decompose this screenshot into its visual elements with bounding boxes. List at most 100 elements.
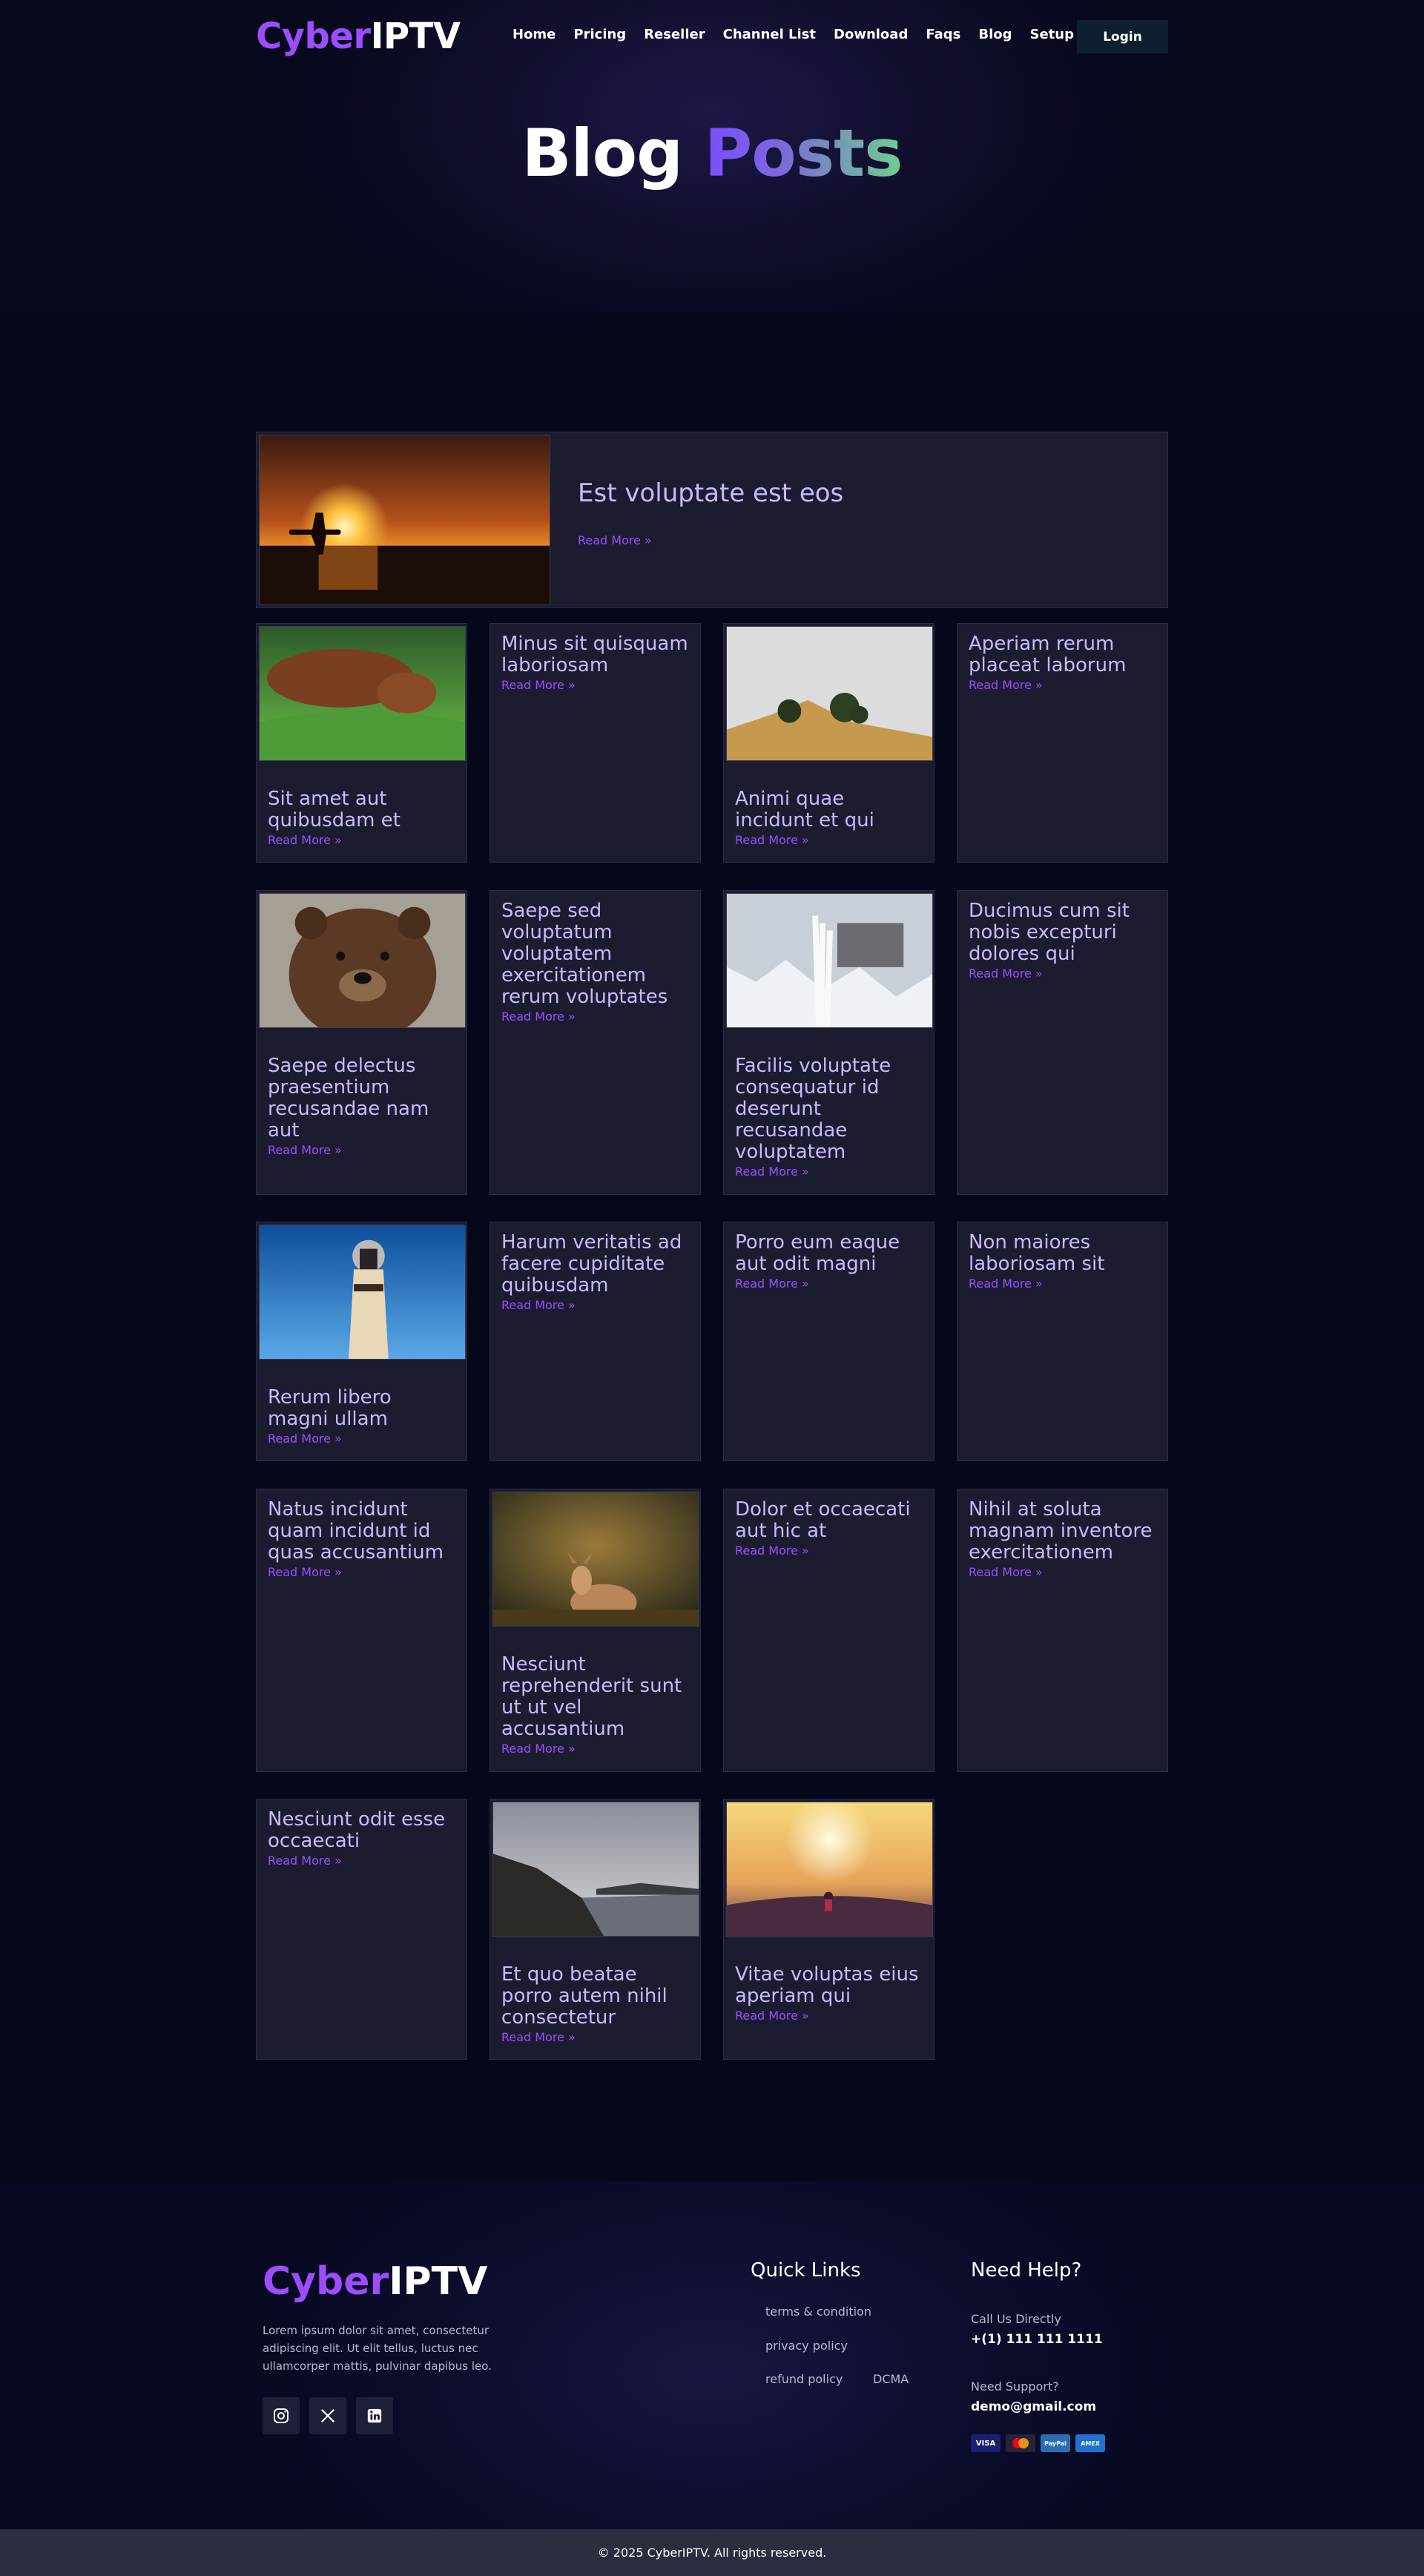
nav-item-reseller[interactable]: Reseller (644, 27, 705, 42)
post-card[interactable]: Nesciunt reprehenderit sunt ut ut vel ac… (490, 1489, 701, 1772)
footer-logo[interactable]: CyberIPTV (263, 2259, 488, 2304)
read-more-link[interactable]: Read More » (501, 1742, 576, 1756)
post-card[interactable]: Rerum libero magni ullam Read More » (256, 1222, 467, 1461)
post-title[interactable]: Harum veritatis ad facere cupiditate qui… (501, 1232, 691, 1297)
read-more-link[interactable]: Read More » (735, 2009, 809, 2023)
post-title[interactable]: Saepe delectus praesentium recusandae na… (268, 1055, 458, 1142)
read-more-link[interactable]: Read More » (735, 1277, 809, 1291)
nav-menu: Home Pricing Reseller Channel List Downl… (512, 27, 1092, 42)
login-button[interactable]: Login (1077, 20, 1168, 53)
read-more-link[interactable]: Read More » (969, 678, 1043, 692)
x-twitter-button[interactable] (309, 2397, 346, 2434)
featured-read-more-link[interactable]: Read More » (578, 533, 652, 547)
post-image[interactable] (259, 1225, 466, 1360)
post-card[interactable]: Facilis voluptate consequatur id deserun… (723, 890, 934, 1195)
dcma-link[interactable]: DCMA (873, 2372, 909, 2386)
post-card[interactable]: Ducimus cum sit nobis excepturi dolores … (957, 890, 1168, 1195)
nav-item-channel-list[interactable]: Channel List (723, 27, 816, 42)
post-image[interactable] (492, 1802, 699, 1937)
post-title[interactable]: Vitae voluptas eius aperiam qui (735, 1964, 925, 2007)
featured-post-title[interactable]: Est voluptate est eos (578, 478, 1158, 508)
phone-number[interactable]: +(1) 111 111 1111 (971, 2332, 1103, 2347)
brand-logo[interactable]: CyberIPTV (256, 16, 461, 57)
read-more-link[interactable]: Read More » (268, 833, 342, 847)
read-more-link[interactable]: Read More » (501, 2030, 576, 2044)
post-title[interactable]: Ducimus cum sit nobis excepturi dolores … (969, 900, 1158, 965)
nav-item-download[interactable]: Download (834, 27, 908, 42)
nav-item-setup[interactable]: Setup (1029, 27, 1073, 42)
post-card[interactable]: Aperiam rerum placeat laborum Read More … (957, 623, 1168, 863)
post-card[interactable]: Natus incidunt quam incidunt id quas acc… (256, 1489, 467, 1772)
brand-logo-part2: IPTV (370, 16, 461, 57)
nav-item-pricing[interactable]: Pricing (573, 27, 626, 42)
post-image[interactable] (726, 626, 933, 761)
page-title-gradient: Posts (704, 115, 903, 191)
linkedin-button[interactable] (356, 2397, 393, 2434)
read-more-link[interactable]: Read More » (268, 1565, 342, 1579)
post-title[interactable]: Nihil at soluta magnam inventore exercit… (969, 1499, 1158, 1564)
read-more-link[interactable]: Read More » (735, 1544, 809, 1558)
post-title[interactable]: Nesciunt reprehenderit sunt ut ut vel ac… (501, 1654, 691, 1740)
post-card[interactable]: Harum veritatis ad facere cupiditate qui… (490, 1222, 701, 1461)
post-card[interactable]: Vitae voluptas eius aperiam qui Read Mor… (723, 1799, 934, 2060)
post-title[interactable]: Rerum libero magni ullam (268, 1387, 458, 1430)
post-card[interactable]: Non maiores laboriosam sit Read More » (957, 1222, 1168, 1461)
terms-link[interactable]: terms & condition (765, 2305, 871, 2319)
read-more-link[interactable]: Read More » (735, 1165, 809, 1179)
post-title[interactable]: Nesciunt odit esse occaecati (268, 1809, 458, 1852)
amex-icon: AMEX (1075, 2434, 1105, 2452)
privacy-link[interactable]: privacy policy (765, 2339, 848, 2353)
footer-description: Lorem ipsum dolor sit amet, consectetur … (263, 2324, 492, 2373)
call-label: Call Us Directly (971, 2312, 1061, 2326)
read-more-link[interactable]: Read More » (969, 1565, 1043, 1579)
nav-item-blog[interactable]: Blog (978, 27, 1012, 42)
read-more-link[interactable]: Read More » (268, 1432, 342, 1446)
post-title[interactable]: Natus incidunt quam incidunt id quas acc… (268, 1499, 458, 1564)
read-more-link[interactable]: Read More » (501, 1298, 576, 1312)
featured-post-image[interactable] (259, 435, 550, 605)
read-more-link[interactable]: Read More » (969, 1277, 1043, 1291)
post-image[interactable] (259, 893, 466, 1028)
brand-logo-part1: Cyber (256, 16, 371, 57)
read-more-link[interactable]: Read More » (735, 833, 809, 847)
post-card[interactable]: Nesciunt odit esse occaecati Read More » (256, 1799, 467, 2060)
footer-logo-part1: Cyber (263, 2259, 389, 2304)
instagram-button[interactable] (263, 2397, 300, 2434)
post-title[interactable]: Et quo beatae porro autem nihil consecte… (501, 1964, 691, 2029)
refund-link[interactable]: refund policy (765, 2372, 843, 2386)
post-title[interactable]: Aperiam rerum placeat laborum (969, 633, 1158, 676)
post-card[interactable]: Animi quae incidunt et qui Read More » (723, 623, 934, 863)
read-more-link[interactable]: Read More » (268, 1143, 342, 1157)
post-title[interactable]: Animi quae incidunt et qui (735, 788, 925, 831)
read-more-link[interactable]: Read More » (501, 1009, 576, 1024)
post-title[interactable]: Dolor et occaecati aut hic at (735, 1499, 925, 1542)
quick-links-heading: Quick Links (751, 2259, 861, 2282)
post-title[interactable]: Porro eum eaque aut odit magni (735, 1232, 925, 1275)
footer-logo-part2: IPTV (389, 2259, 488, 2304)
post-card[interactable]: Nihil at soluta magnam inventore exercit… (957, 1489, 1168, 1772)
nav-item-home[interactable]: Home (512, 27, 556, 42)
nav-item-faqs[interactable]: Faqs (926, 27, 960, 42)
read-more-link[interactable]: Read More » (969, 966, 1043, 981)
post-card[interactable]: Minus sit quisquam laboriosam Read More … (490, 623, 701, 863)
post-card[interactable]: Dolor et occaecati aut hic at Read More … (723, 1489, 934, 1772)
post-card[interactable]: Saepe sed voluptatum voluptatem exercita… (490, 890, 701, 1195)
post-title[interactable]: Minus sit quisquam laboriosam (501, 633, 691, 676)
featured-post-card[interactable]: Est voluptate est eos Read More » (256, 432, 1168, 608)
post-image[interactable] (259, 626, 466, 761)
post-title[interactable]: Non maiores laboriosam sit (969, 1232, 1158, 1275)
post-image[interactable] (492, 1492, 699, 1627)
read-more-link[interactable]: Read More » (501, 678, 576, 692)
post-card[interactable]: Sit amet aut quibusdam et Read More » (256, 623, 467, 863)
post-title[interactable]: Facilis voluptate consequatur id deserun… (735, 1055, 925, 1163)
post-title[interactable]: Sit amet aut quibusdam et (268, 788, 458, 831)
post-image[interactable] (726, 893, 933, 1028)
paypal-icon: PayPal (1041, 2434, 1070, 2452)
read-more-link[interactable]: Read More » (268, 1854, 342, 1868)
post-card[interactable]: Porro eum eaque aut odit magni Read More… (723, 1222, 934, 1461)
post-card[interactable]: Et quo beatae porro autem nihil consecte… (490, 1799, 701, 2060)
post-image[interactable] (726, 1802, 933, 1937)
support-email[interactable]: demo@gmail.com (971, 2399, 1096, 2414)
post-title[interactable]: Saepe sed voluptatum voluptatem exercita… (501, 900, 691, 1008)
post-card[interactable]: Saepe delectus praesentium recusandae na… (256, 890, 467, 1195)
